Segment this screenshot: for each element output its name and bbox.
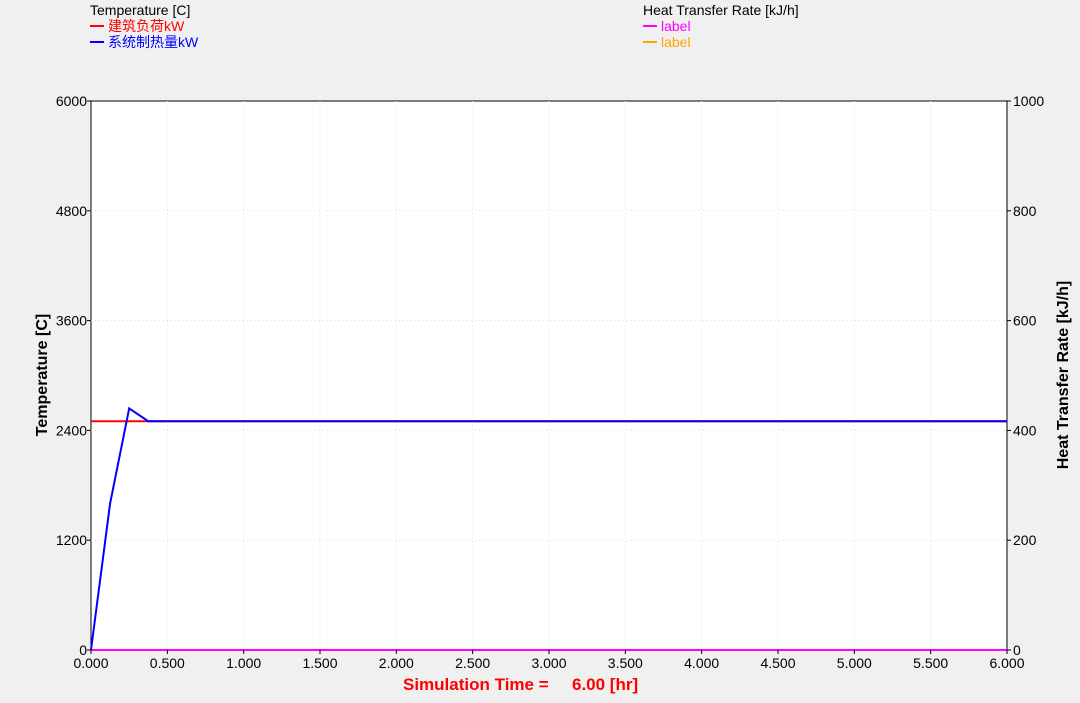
y2-tick-label: 200 [1013, 532, 1037, 548]
x-axis: 0.000 0.500 1.000 1.500 2.000 2.500 3.000 3.500… [73, 650, 1025, 671]
x-tick-label: 3.500 [608, 655, 643, 671]
y-tick-label: 6000 [56, 93, 87, 109]
x-tick-label: 1.000 [226, 655, 261, 671]
plot-area [90, 100, 1008, 651]
y-tick-label: 2400 [56, 422, 87, 438]
y-axis-title: Temperature [C] [34, 314, 51, 436]
y2-tick-label: 0 [1013, 642, 1021, 658]
x-tick-label: 5.000 [837, 655, 872, 671]
y2-tick-label: 600 [1013, 313, 1037, 329]
y-tick-label: 4800 [56, 203, 87, 219]
y2-axis-title: Heat Transfer Rate [kJ/h] [1055, 281, 1072, 470]
y-axis-left: 0 1200 2400 3600 4800 6000 [56, 93, 91, 658]
y-tick-label: 3600 [56, 313, 87, 329]
x-tick-label: 2.000 [379, 655, 414, 671]
x-tick-label: 1.500 [302, 655, 337, 671]
chart: 0.000 0.500 1.000 1.500 2.000 2.500 3.000 3.500… [34, 93, 1072, 694]
y2-tick-label: 400 [1013, 422, 1037, 438]
x-tick-label: 3.000 [531, 655, 566, 671]
simulation-time-label: Simulation Time = [403, 675, 549, 694]
x-tick-label: 4.000 [684, 655, 719, 671]
y-tick-label: 0 [79, 642, 87, 658]
x-tick-label: 0.500 [150, 655, 185, 671]
y-tick-label: 1200 [56, 532, 87, 548]
y2-tick-label: 800 [1013, 203, 1037, 219]
y2-tick-label: 1000 [1013, 93, 1044, 109]
y-axis-right: 0 200 400 600 800 1000 [1007, 93, 1044, 658]
x-tick-label: 2.500 [455, 655, 490, 671]
x-tick-label: 5.500 [913, 655, 948, 671]
x-tick-label: 4.500 [760, 655, 795, 671]
simulation-time-value: 6.00 [hr] [572, 675, 638, 694]
